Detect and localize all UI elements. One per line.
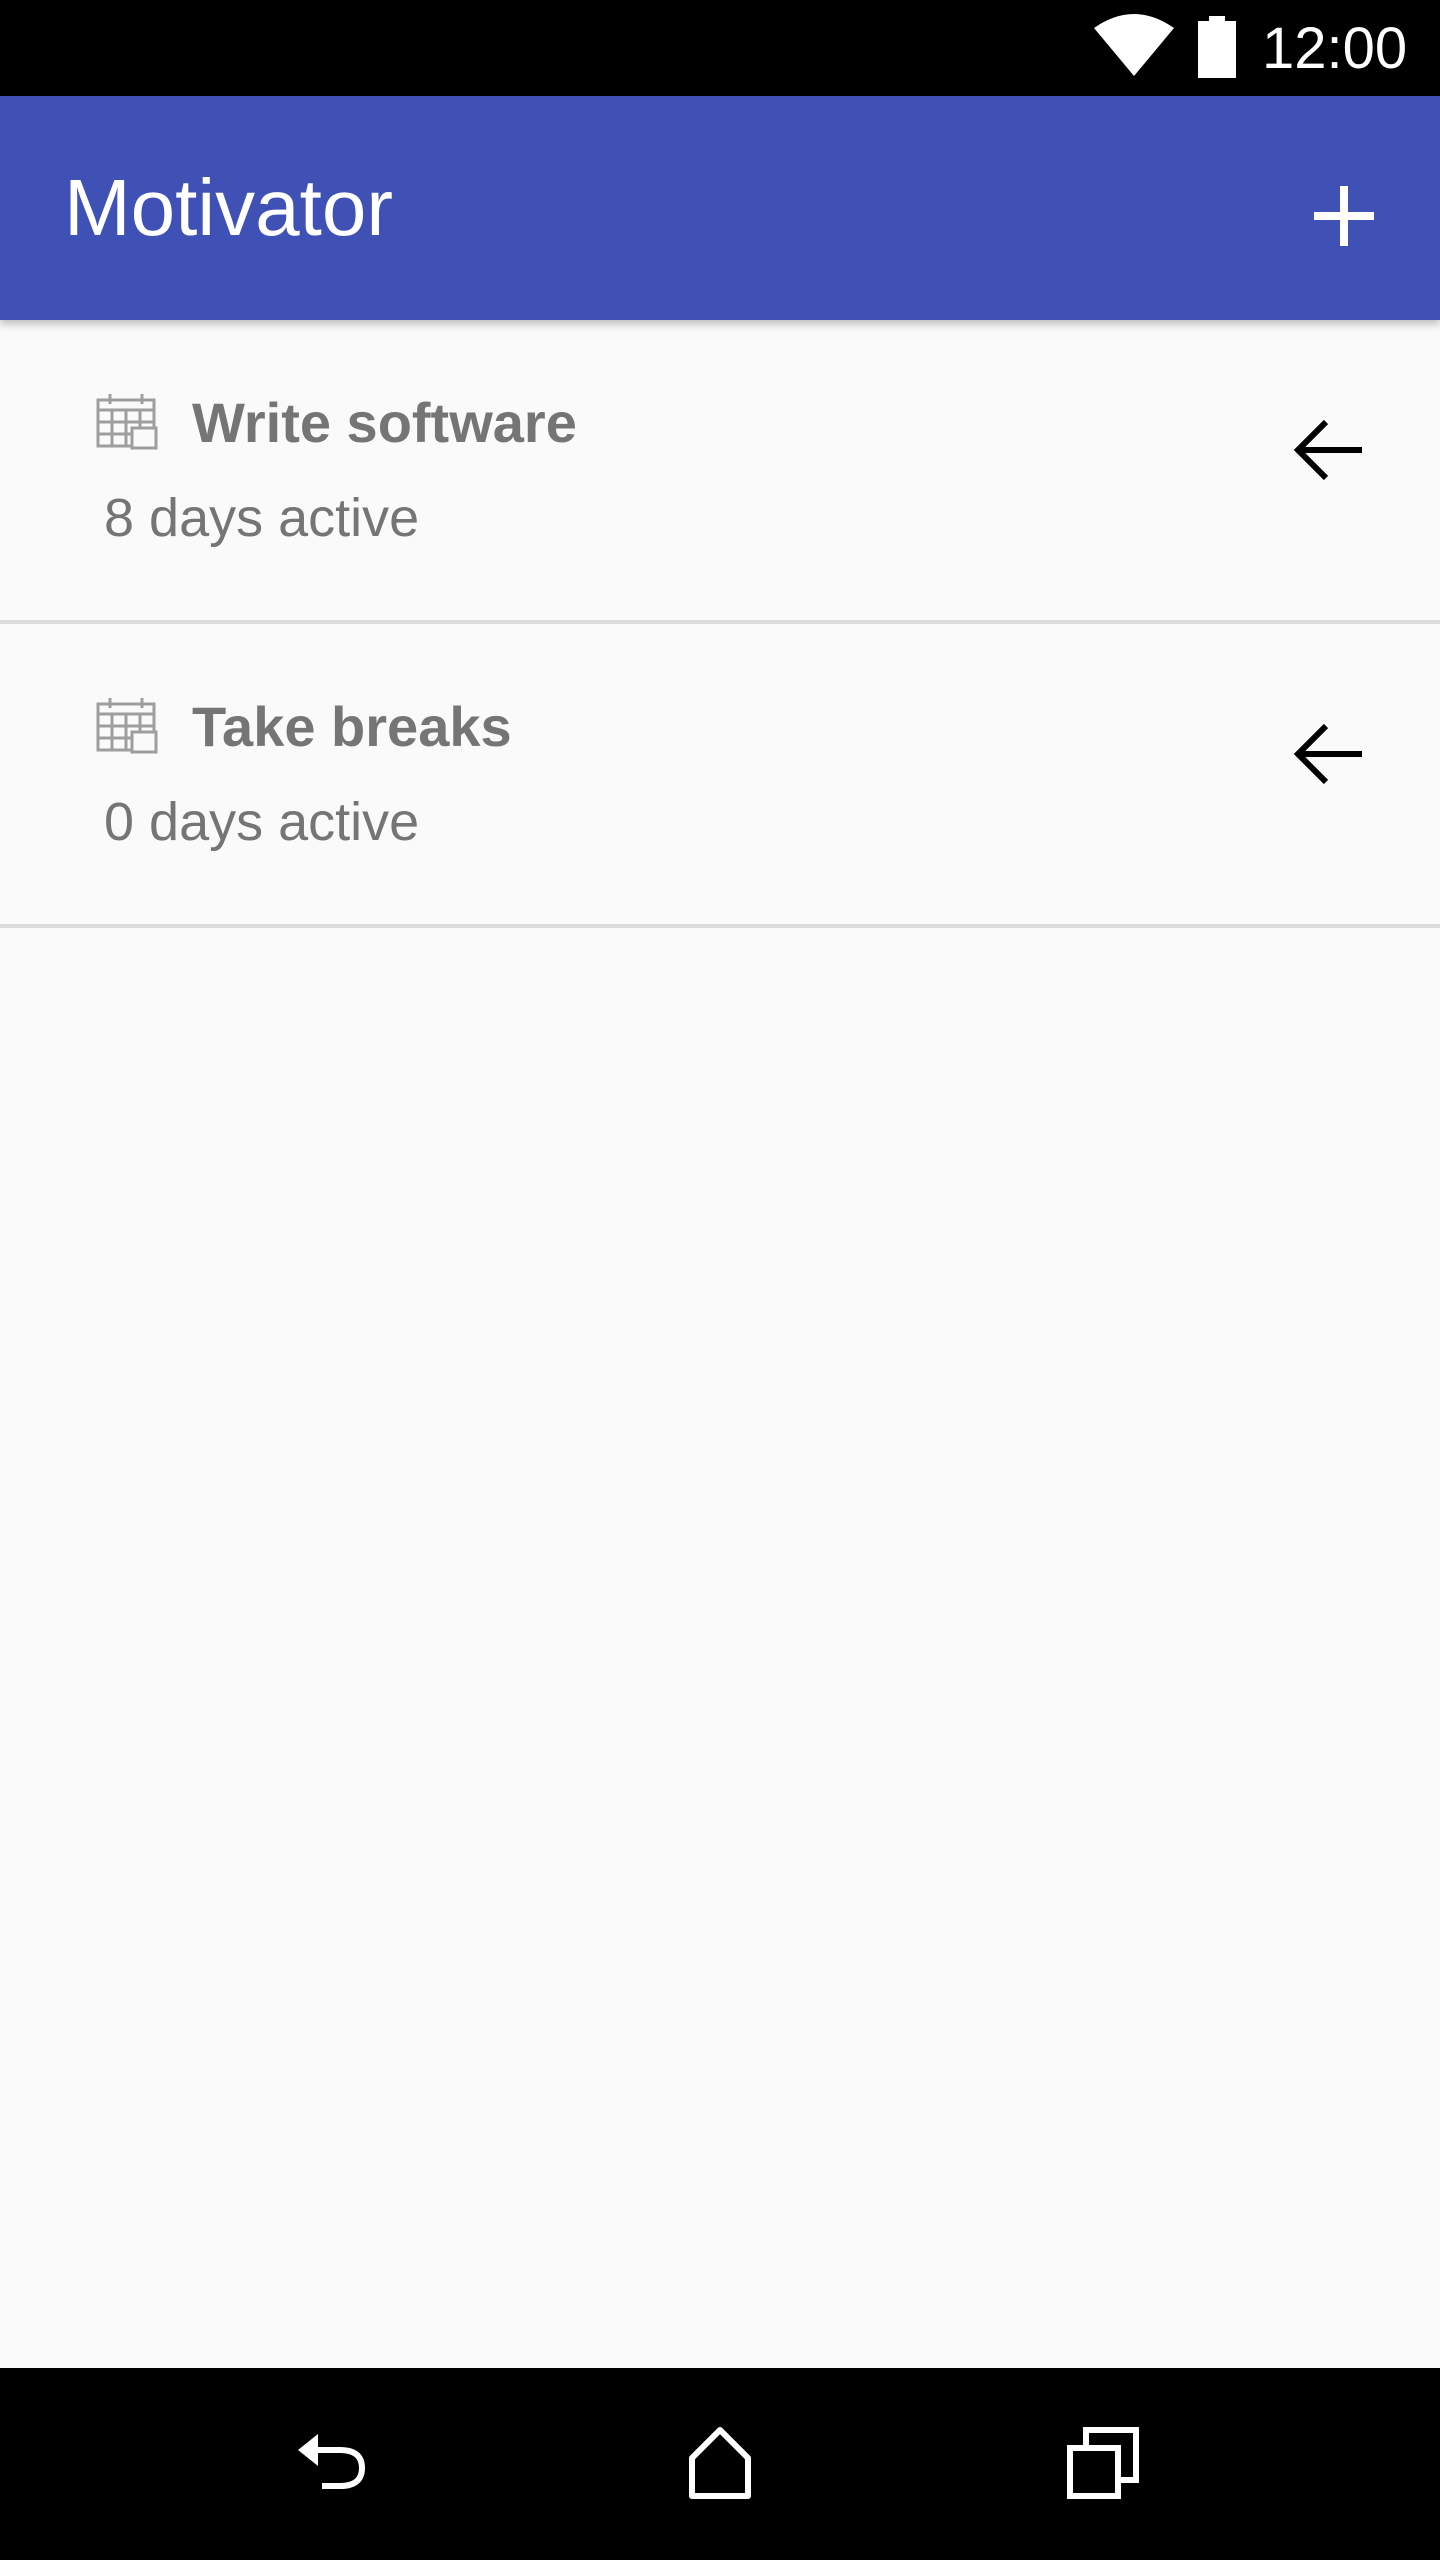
arrow-left-icon[interactable] [1284, 710, 1372, 798]
list-item[interactable]: Write software 8 days active [0, 320, 1440, 624]
navigation-bar [0, 2368, 1440, 2560]
motivation-list: Write software 8 days active Take breaks… [0, 320, 1440, 928]
recents-icon[interactable] [1056, 2416, 1152, 2512]
plus-icon[interactable] [1300, 172, 1388, 260]
app-bar: Motivator [0, 96, 1440, 320]
item-days-active: 0 days active [104, 792, 420, 852]
item-days-active: 8 days active [104, 488, 420, 548]
calendar-icon [96, 394, 158, 450]
list-item[interactable]: Take breaks 0 days active [0, 624, 1440, 928]
wifi-icon [1094, 14, 1174, 76]
page-title: Motivator [64, 163, 393, 252]
item-title: Write software [192, 391, 577, 454]
battery-icon [1198, 16, 1236, 78]
back-icon[interactable] [288, 2416, 384, 2512]
calendar-icon [96, 698, 158, 754]
screen: 12:00 Motivator Write software 8 days ac… [0, 0, 1440, 2560]
item-title: Take breaks [192, 695, 512, 758]
arrow-left-icon[interactable] [1284, 406, 1372, 494]
status-time: 12:00 [1262, 16, 1408, 81]
home-icon[interactable] [672, 2416, 768, 2512]
status-bar: 12:00 [0, 0, 1440, 96]
